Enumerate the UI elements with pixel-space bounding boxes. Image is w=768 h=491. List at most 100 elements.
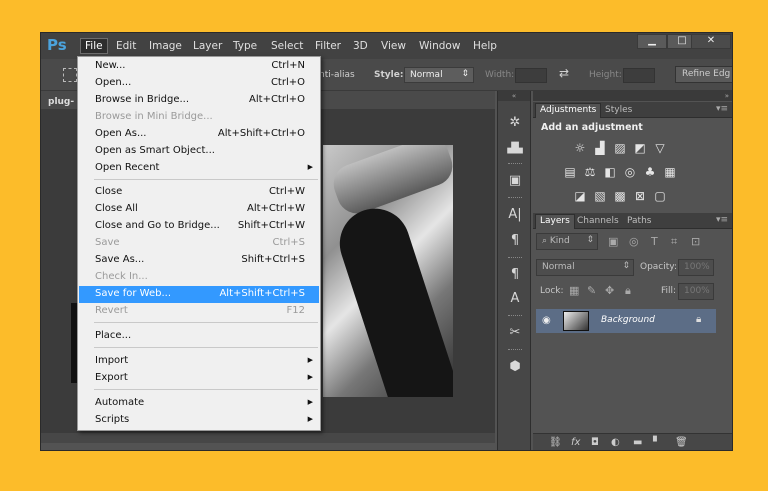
photo-filter-icon[interactable]: ◎ — [623, 166, 637, 178]
histogram-icon[interactable]: ▟▙ — [504, 139, 526, 159]
collapse-icon[interactable]: « — [498, 91, 530, 101]
new-layer-icon[interactable]: ▘ — [653, 437, 661, 448]
menu-item-close-go-bridge[interactable]: Close and Go to Bridge... Shift+Ctrl+W — [79, 218, 319, 235]
lock-all-icon[interactable]: 🔒︎ — [625, 284, 631, 298]
grip-icon — [508, 163, 522, 165]
vibrance-icon[interactable]: ▽ — [653, 142, 667, 154]
menu-help[interactable]: Help — [473, 40, 497, 52]
black-white-icon[interactable]: ◧ — [603, 166, 617, 178]
menu-item-check-in: Check In... — [79, 269, 319, 286]
close-button[interactable]: ✕ — [691, 34, 731, 49]
color-balance-icon[interactable]: ⚖ — [583, 166, 597, 178]
threshold-icon[interactable]: ▩ — [613, 190, 627, 202]
lock-position-icon[interactable]: ✥ — [605, 284, 614, 297]
refine-edge-button[interactable]: Refine Edg — [675, 66, 732, 83]
minimize-button[interactable]: ▁ — [637, 34, 667, 49]
menu-filter[interactable]: Filter — [315, 40, 341, 52]
menu-item-browse-bridge[interactable]: Browse in Bridge... Alt+Ctrl+O — [79, 92, 319, 109]
document-image[interactable] — [323, 145, 453, 397]
height-input[interactable] — [623, 68, 655, 83]
menu-3d[interactable]: 3D — [353, 40, 368, 52]
menu-item-new[interactable]: New... Ctrl+N — [79, 58, 319, 75]
shape-filter-icon[interactable]: ⌗ — [671, 235, 677, 249]
menu-edit[interactable]: Edit — [116, 40, 136, 52]
brightness-icon[interactable]: ☼ — [573, 142, 587, 154]
menu-item-automate[interactable]: Automate ▶ — [79, 395, 319, 412]
gradient-map-icon[interactable]: ⊠ — [633, 190, 647, 202]
eye-icon[interactable]: ◉ — [542, 315, 551, 326]
swap-icon[interactable]: ⇄ — [559, 66, 569, 80]
adjustment-filter-icon[interactable]: ◎ — [629, 235, 639, 248]
invert-icon[interactable]: ◪ — [573, 190, 587, 202]
document-tab[interactable]: plug- — [48, 97, 74, 107]
width-input[interactable] — [515, 68, 547, 83]
info-icon[interactable]: ▣ — [504, 171, 526, 191]
menu-image[interactable]: Image — [149, 40, 182, 52]
adjustment-layer-icon[interactable]: ◐ — [611, 437, 620, 448]
lock-transparent-icon[interactable]: ▦ — [569, 284, 579, 297]
blend-mode-select[interactable]: Normal ⇕ — [536, 259, 634, 276]
menu-window[interactable]: Window — [419, 40, 460, 52]
menu-layer[interactable]: Layer — [193, 40, 222, 52]
cable-shape — [330, 199, 453, 397]
horizontal-scrollbar[interactable] — [41, 433, 495, 443]
panel-menu-icon[interactable]: ▾≡ — [716, 215, 728, 225]
fx-icon[interactable]: fx — [571, 437, 580, 448]
folder-icon[interactable]: ▬ — [633, 437, 642, 448]
menu-item-save-as[interactable]: Save As... Shift+Ctrl+S — [79, 252, 319, 269]
type-filter-icon[interactable]: T — [651, 235, 658, 248]
paragraph-icon[interactable]: ¶ — [504, 231, 526, 251]
menu-item-open-smart-object[interactable]: Open as Smart Object... — [79, 143, 319, 160]
tab-layers[interactable]: Layers — [535, 214, 575, 229]
character-icon[interactable]: A| — [504, 205, 526, 225]
tool-presets-icon[interactable]: ✂ — [504, 323, 526, 343]
tab-channels[interactable]: Channels — [573, 215, 623, 227]
selective-color-icon[interactable]: ▢ — [653, 190, 667, 202]
tab-styles[interactable]: Styles — [601, 104, 636, 116]
menu-item-export[interactable]: Export ▶ — [79, 370, 319, 387]
style-select[interactable]: Normal ⇕ — [404, 67, 474, 83]
marquee-tool-icon[interactable] — [63, 68, 77, 82]
hue-saturation-icon[interactable]: ▤ — [563, 166, 577, 178]
fill-input[interactable]: 100% — [678, 283, 714, 300]
posterize-icon[interactable]: ▧ — [593, 190, 607, 202]
panel-collapse-bar[interactable]: » — [533, 91, 732, 101]
levels-icon[interactable]: ▟ — [593, 142, 607, 154]
exposure-icon[interactable]: ◩ — [633, 142, 647, 154]
menu-item-label: New... — [95, 60, 126, 71]
menu-item-close-all[interactable]: Close All Alt+Ctrl+W — [79, 201, 319, 218]
menu-item-scripts[interactable]: Scripts ▶ — [79, 412, 319, 429]
menu-item-open-as[interactable]: Open As... Alt+Shift+Ctrl+O — [79, 126, 319, 143]
trash-icon[interactable]: 🗑︎ — [675, 437, 688, 448]
character-styles-icon[interactable]: A — [504, 289, 526, 309]
adjustments-title: Add an adjustment — [541, 122, 643, 133]
color-lookup-icon[interactable]: ▦ — [663, 166, 677, 178]
menu-file[interactable]: File — [80, 38, 108, 54]
paragraph-styles-icon[interactable]: ¶ — [504, 265, 526, 285]
panel-menu-icon[interactable]: ▾≡ — [716, 104, 728, 114]
kind-filter-select[interactable]: ⌕ Kind ⇕ — [536, 233, 598, 250]
menu-select[interactable]: Select — [271, 40, 303, 52]
tab-adjustments[interactable]: Adjustments — [535, 103, 602, 118]
mask-icon[interactable]: ◘ — [591, 437, 599, 448]
link-icon[interactable]: ⛓ — [549, 437, 562, 448]
menu-item-place[interactable]: Place... — [79, 328, 319, 345]
menu-item-open-recent[interactable]: Open Recent ▶ — [79, 160, 319, 177]
menu-item-open[interactable]: Open... Ctrl+O — [79, 75, 319, 92]
layer-row-background[interactable]: ◉ Background 🔒︎ — [536, 309, 716, 333]
menu-view[interactable]: View — [381, 40, 406, 52]
opacity-input[interactable]: 100% — [678, 259, 714, 276]
menu-type[interactable]: Type — [233, 40, 257, 52]
menu-item-save-for-web[interactable]: Save for Web... Alt+Shift+Ctrl+S — [79, 286, 319, 303]
3d-icon[interactable]: ⬢ — [504, 357, 526, 377]
curves-icon[interactable]: ▨ — [613, 142, 627, 154]
navigator-icon[interactable]: ✲ — [504, 113, 526, 133]
smart-object-filter-icon[interactable]: ⊡ — [691, 235, 700, 248]
channel-mixer-icon[interactable]: ♣ — [643, 166, 657, 178]
menu-item-close[interactable]: Close Ctrl+W — [79, 184, 319, 201]
lock-pixels-icon[interactable]: ✎ — [587, 284, 596, 297]
grip-icon — [508, 197, 522, 199]
tab-paths[interactable]: Paths — [623, 215, 655, 227]
pixel-filter-icon[interactable]: ▣ — [608, 235, 618, 248]
menu-item-import[interactable]: Import ▶ — [79, 353, 319, 370]
